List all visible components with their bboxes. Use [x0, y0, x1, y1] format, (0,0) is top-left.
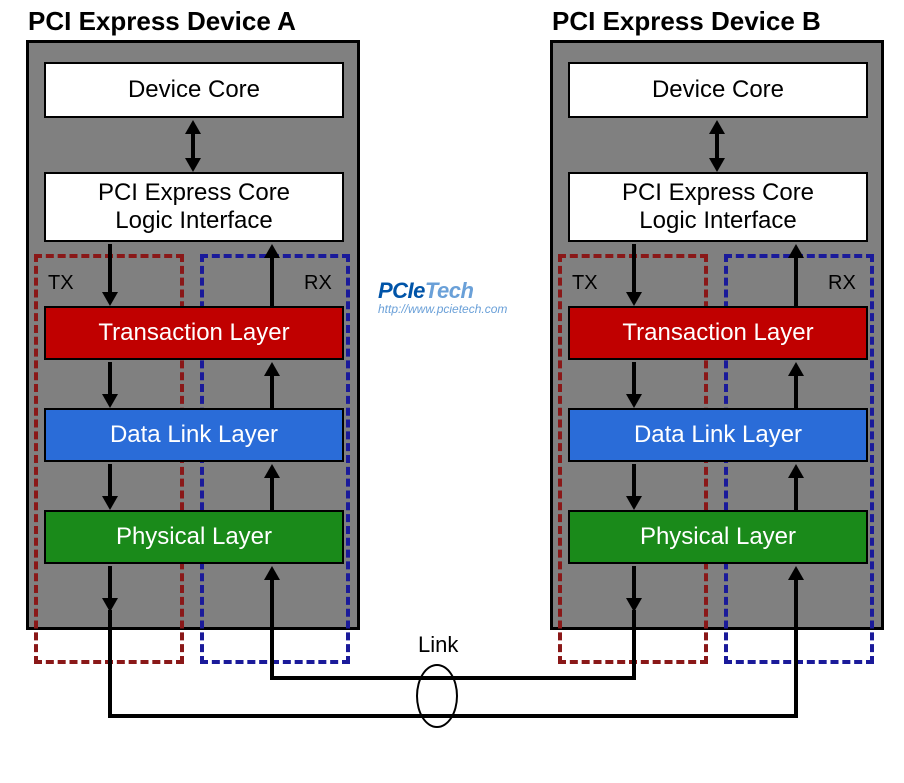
link-lines [0, 0, 904, 783]
link-ellipse [416, 664, 458, 728]
